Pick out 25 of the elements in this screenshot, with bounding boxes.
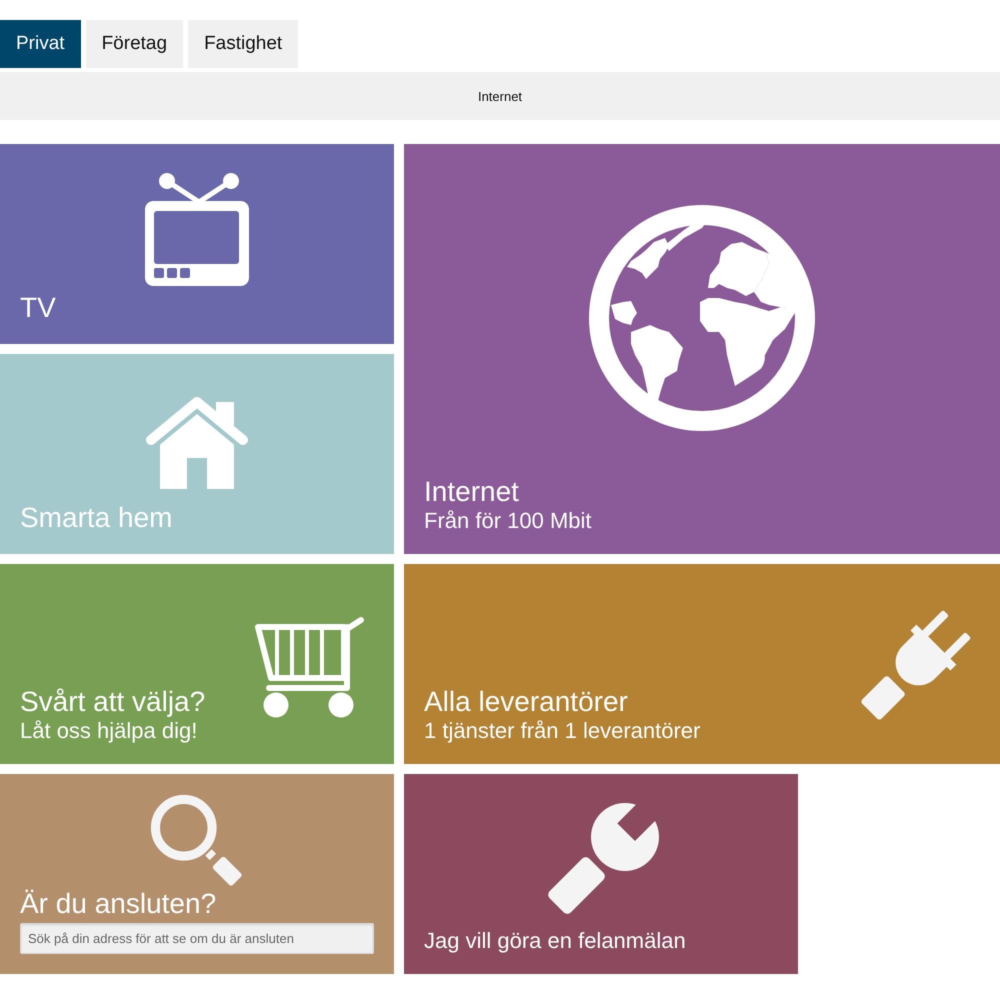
- tile-title: Är du ansluten?: [20, 888, 216, 919]
- tile-subtitle: Låt oss hjälpa dig!: [20, 718, 198, 744]
- search-icon: [150, 794, 244, 888]
- category-tab[interactable]: Företag: [86, 20, 184, 68]
- tile-title: Smarta hem: [20, 502, 172, 534]
- tile-title: Alla leverantörer: [424, 686, 628, 718]
- service-tile[interactable]: Alla leverantörer 1 tjänster från 1 leverantörer: [404, 564, 1000, 764]
- service-tile[interactable]: Jag vill göra en felanmälan: [404, 774, 798, 974]
- service-tile[interactable]: TV: [0, 144, 394, 344]
- tile-label: Jag vill göra en felanmälan: [424, 928, 686, 954]
- tile-title: Internet: [424, 476, 519, 508]
- shopping-cart-icon: [255, 617, 365, 718]
- globe-icon: [589, 205, 815, 431]
- category-tab[interactable]: Fastighet: [188, 20, 298, 68]
- tv-icon: [145, 173, 249, 286]
- tile-subtitle: Från för 100 Mbit: [424, 508, 592, 534]
- address-search-field[interactable]: Sök på din adress för att se om du är ansluten: [20, 923, 374, 954]
- subnav-link[interactable]: Internet: [478, 88, 522, 104]
- tile-subtitle: 1 tjänster från 1 leverantörer: [424, 718, 700, 744]
- plug-icon: [860, 609, 972, 721]
- tile-title: Svårt att välja?: [20, 686, 206, 718]
- house-icon: [145, 396, 249, 489]
- category-tab[interactable]: Privat: [0, 20, 81, 68]
- tile-title: TV: [20, 292, 56, 324]
- service-tile[interactable]: Internet Från för 100 Mbit: [404, 144, 1000, 554]
